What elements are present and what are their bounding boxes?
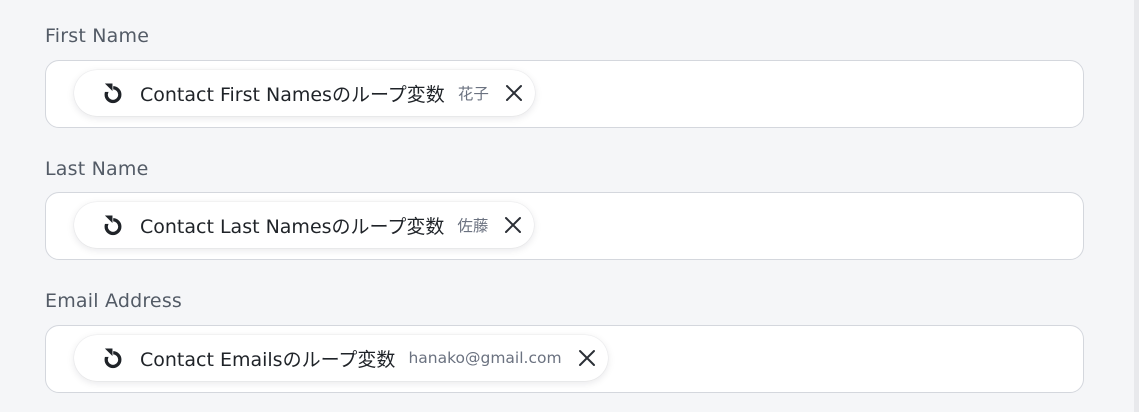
loop-icon: [103, 348, 122, 369]
email-address-input[interactable]: Contact Emailsのループ変数 hanako@gmail.com: [45, 325, 1084, 393]
first-name-chip-value: 花子: [457, 85, 489, 103]
first-name-label: First Name: [45, 25, 150, 47]
close-icon[interactable]: [503, 82, 525, 104]
last-name-field-group: Last Name Contact Last Namesのループ変数 佐藤: [45, 130, 1084, 262]
first-name-variable-chip[interactable]: Contact First Namesのループ変数 花子: [74, 70, 535, 116]
close-icon[interactable]: [502, 214, 524, 236]
email-chip-label: Contact Emailsのループ変数: [140, 348, 396, 371]
loop-icon: [103, 83, 122, 104]
last-name-chip-value: 佐藤: [457, 217, 489, 235]
email-address-field-group: Email Address Contact Emailsのループ変数 hanak…: [45, 262, 1084, 402]
scrollbar-track: [1134, 0, 1139, 412]
email-chip-value: hanako@gmail.com: [408, 349, 562, 367]
email-address-label: Email Address: [45, 290, 183, 312]
email-variable-chip[interactable]: Contact Emailsのループ変数 hanako@gmail.com: [74, 335, 608, 381]
first-name-field-group: First Name Contact First Namesのループ変数 花子: [45, 0, 1084, 130]
close-icon[interactable]: [576, 347, 598, 369]
first-name-chip-label: Contact First Namesのループ変数: [140, 83, 445, 106]
loop-icon: [103, 215, 122, 236]
last-name-variable-chip[interactable]: Contact Last Namesのループ変数 佐藤: [74, 202, 535, 248]
first-name-input[interactable]: Contact First Namesのループ変数 花子: [45, 60, 1084, 128]
last-name-label: Last Name: [45, 158, 149, 180]
last-name-input[interactable]: Contact Last Namesのループ変数 佐藤: [45, 192, 1084, 260]
last-name-chip-label: Contact Last Namesのループ変数: [140, 215, 445, 238]
